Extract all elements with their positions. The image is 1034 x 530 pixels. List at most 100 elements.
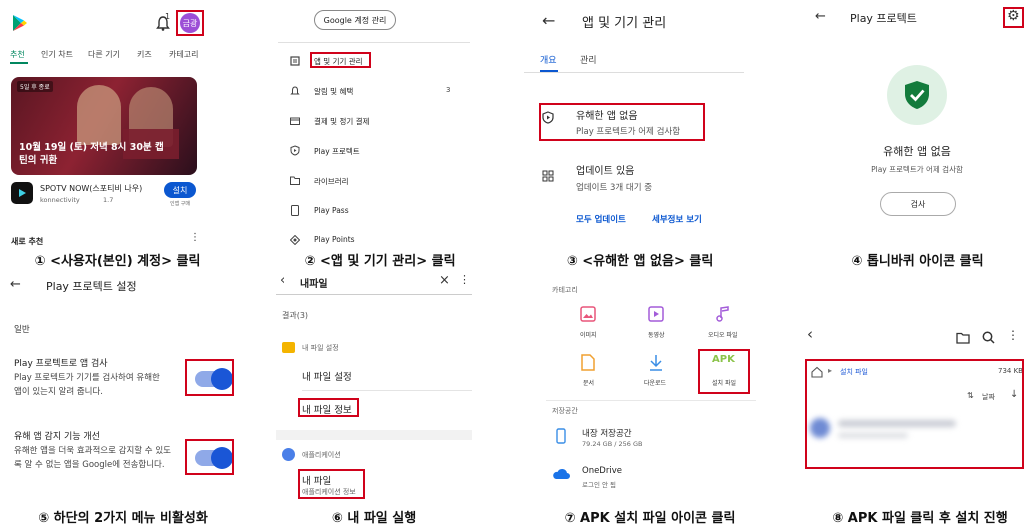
app-rating: 1.7: [103, 196, 114, 204]
card-icon: [290, 117, 300, 125]
back-chevron-icon[interactable]: ‹: [807, 325, 813, 343]
panel-4-play-protect: ← Play 프로텍트 ⚙ 유해한 앱 없음 Play 프로텍트가 어제 검사함…: [800, 0, 1034, 246]
onedrive-storage-sub: 로그인 안 됨: [582, 481, 617, 489]
manage-account-button[interactable]: Google 계정 관리: [314, 10, 396, 30]
apps-grid-icon: [542, 170, 554, 182]
back-arrow-icon[interactable]: ←: [10, 277, 21, 292]
play-store-logo-icon: [13, 15, 27, 31]
result-divider: [302, 390, 472, 391]
panel-1-play-store-home: 1 금광 추천 인기 차트 다른 기기 키즈 카테고리 5일 후 종료 10월 …: [0, 0, 220, 246]
panel-6-search-results: ‹ 내파일 × ⋮ 결과(3) 내 파일 설정 내 파일 설정 내 파일 정보 …: [276, 272, 472, 502]
search-query: 내파일: [300, 279, 328, 290]
image-category[interactable]: 이미지: [566, 304, 610, 346]
internal-storage[interactable]: 내장 저장공간: [582, 427, 632, 439]
updates-title[interactable]: 업데이트 있음: [576, 162, 634, 177]
highlight-box: [1003, 7, 1024, 28]
setting-1-desc: Play 프로텍트가 기기를 검사하여 유해한 앱이 있는지 알려 줍니다.: [14, 373, 160, 397]
document-icon: [581, 354, 595, 371]
app-developer: konnectivity: [40, 196, 80, 204]
section-storage: 저장공간: [552, 407, 578, 415]
tab-categories[interactable]: 카테고리: [169, 49, 198, 60]
caption-4: ④ 톱니바퀴 아이콘 클릭: [851, 254, 984, 269]
more-icon[interactable]: ⋮: [1007, 328, 1019, 342]
page-title: Play 프로텍트 설정: [46, 280, 137, 293]
caption-7: ⑦ APK 설치 파일 아이콘 클릭: [564, 511, 736, 526]
scan-button[interactable]: 검사: [880, 192, 956, 216]
folder-icon: [290, 176, 300, 185]
tab-underline: [10, 62, 28, 64]
back-arrow-icon[interactable]: ←: [815, 9, 826, 24]
notification-count-badge: 1: [165, 12, 171, 21]
apps-devices-icon: [290, 56, 300, 66]
cloud-icon: [553, 468, 570, 479]
promo-banner[interactable]: 5일 후 종료 10월 19일 (토) 저녁 8시 30분 캡틴의 귀환: [11, 77, 197, 175]
update-all-link[interactable]: 모두 업데이트: [576, 213, 626, 225]
menu-item-notifications[interactable]: 알림 및 혜택: [314, 86, 353, 97]
phone-storage-icon: [556, 428, 566, 444]
apps-badge-icon: [282, 448, 295, 461]
downloads-category[interactable]: 다운로드: [634, 352, 678, 394]
manage-account-label: Google 계정 관리: [323, 15, 387, 25]
more-icon[interactable]: ⋮: [459, 273, 470, 286]
green-shield-check-icon: [905, 81, 929, 109]
clear-icon[interactable]: ×: [439, 273, 450, 288]
download-icon: [650, 355, 662, 371]
documents-category[interactable]: 문서: [566, 352, 610, 394]
menu-item-play-pass[interactable]: Play Pass: [314, 206, 349, 215]
tab-overview[interactable]: 개요: [540, 53, 557, 66]
tab-recommended[interactable]: 추천: [10, 49, 25, 60]
panel-7-my-files-home: 카테고리 이미지 동영상 오디오 파일 문서 다운로드 APK 설치 파일 저장…: [546, 272, 756, 500]
highlight-box: [805, 359, 1024, 469]
more-icon[interactable]: ⋮: [190, 232, 200, 243]
tab-top-charts[interactable]: 인기 차트: [41, 49, 73, 60]
section-categories: 카테고리: [552, 286, 578, 294]
app-name: SPOTV NOW(스포티비 나우): [40, 184, 143, 193]
category-label: 다운로드: [644, 380, 667, 387]
result-my-files-settings[interactable]: 내 파일 설정: [302, 369, 352, 383]
panel-2-account-menu: Google 계정 관리 앱 및 기기 관리 알림 및 혜택 3 결제 및 정기…: [278, 0, 470, 246]
setting-1-title: Play 프로텍트로 앱 검사: [14, 359, 108, 369]
shield-halo: [887, 65, 947, 125]
back-arrow-icon[interactable]: ←: [542, 11, 555, 30]
search-icon[interactable]: [982, 331, 995, 344]
tabs-divider: [524, 72, 744, 73]
diamond-icon: [290, 235, 300, 245]
audio-category[interactable]: 오디오 파일: [700, 304, 750, 346]
tab-manage[interactable]: 관리: [580, 53, 597, 66]
bookmark-icon: [291, 205, 299, 216]
menu-item-library[interactable]: 라이브러리: [314, 176, 349, 187]
tab-label: 인기 차트: [41, 50, 73, 59]
menu-item-payments[interactable]: 결제 및 정기 결제: [314, 116, 369, 127]
menu-item-play-protect[interactable]: Play 프로텍트: [314, 146, 360, 157]
highlight-box: [698, 349, 750, 394]
category-label: 이미지: [580, 332, 597, 339]
menu-item-play-points[interactable]: Play Points: [314, 235, 355, 244]
folder-icon[interactable]: [956, 332, 970, 344]
caption-8: ⑧ APK 파일 클릭 후 설치 진행: [832, 511, 1008, 526]
tab-other-devices[interactable]: 다른 기기: [88, 49, 120, 60]
banner-badge: 5일 후 종료: [17, 81, 53, 92]
onedrive-storage[interactable]: OneDrive: [582, 466, 622, 476]
install-sub: 인앱 구매: [170, 201, 190, 207]
install-button[interactable]: 설치: [164, 182, 196, 198]
caption-2: ② <앱 및 기기 관리> 클릭: [304, 254, 456, 269]
internal-storage-sub: 79.24 GB / 256 GB: [582, 440, 643, 448]
category-label: 오디오 파일: [708, 332, 738, 339]
group-applications: 애플리케이션: [302, 451, 341, 459]
page-title: 앱 및 기기 관리: [582, 16, 667, 31]
tab-kids[interactable]: 키즈: [137, 49, 152, 60]
shield-icon: [290, 145, 300, 156]
highlight-box: [185, 359, 234, 396]
tab-label: 카테고리: [169, 50, 199, 59]
notification-count: 3: [446, 86, 451, 94]
video-category[interactable]: 동영상: [634, 304, 678, 346]
highlight-box: [310, 52, 371, 68]
menu-divider: [278, 42, 470, 43]
page-title: Play 프로텍트: [850, 12, 917, 25]
status-sub: Play 프로텍트가 어제 검사함: [871, 165, 963, 174]
back-chevron-icon[interactable]: ‹: [280, 273, 285, 288]
details-link[interactable]: 세부정보 보기: [652, 213, 702, 225]
highlight-box: [539, 103, 705, 141]
spotv-app-icon[interactable]: [11, 182, 33, 204]
bell-icon: [290, 86, 300, 95]
